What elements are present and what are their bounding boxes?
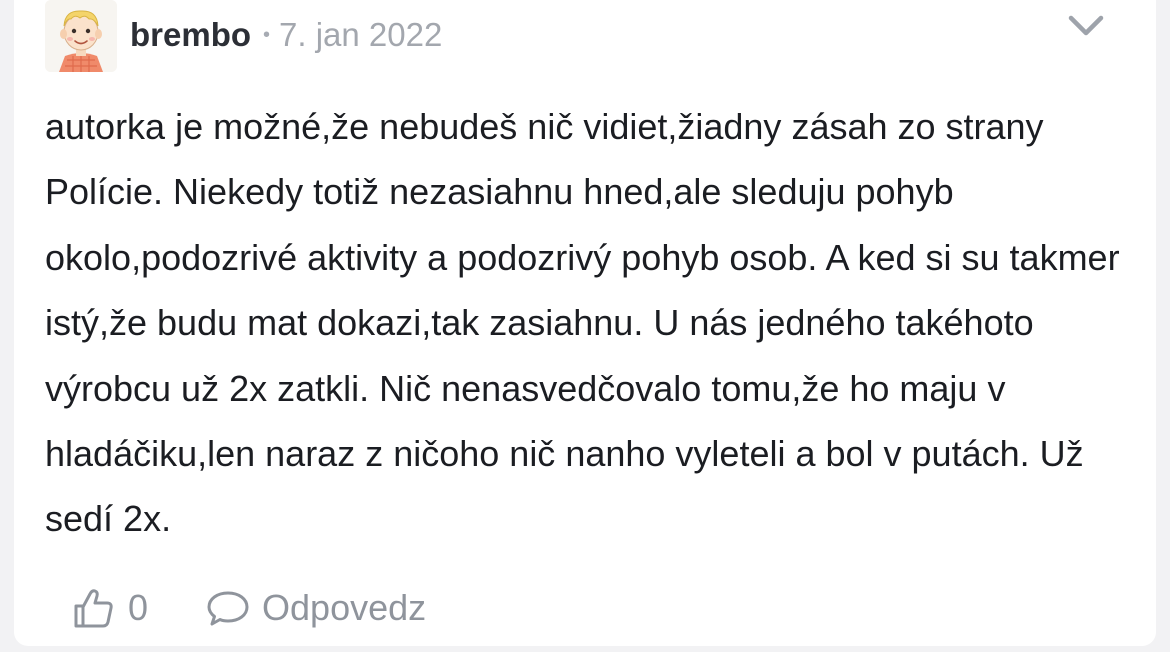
comment-body: autorka je možné,že nebudeš nič vidiet,ž…	[45, 106, 1120, 540]
separator-dot: •	[263, 23, 271, 46]
comment-header: brembo • 7. jan 2022	[45, 0, 442, 72]
collapse-button[interactable]	[1066, 12, 1106, 40]
cartoon-boy-avatar-icon	[45, 0, 117, 72]
like-button[interactable]: 0	[72, 586, 148, 630]
like-count: 0	[128, 587, 149, 628]
reply-label: Odpovedz	[262, 587, 427, 628]
comment-actions: 0 Odpovedz	[72, 580, 426, 636]
thumbs-up-icon	[74, 589, 113, 628]
comment-date: 7. jan 2022	[279, 16, 443, 53]
chevron-down-icon	[1068, 15, 1104, 36]
reply-button[interactable]: Odpovedz	[206, 587, 426, 629]
avatar[interactable]	[45, 0, 117, 72]
comment-author[interactable]: brembo	[130, 16, 251, 54]
speech-bubble-icon	[207, 591, 249, 626]
comment-card: brembo • 7. jan 2022 autorka je možné,že…	[14, 0, 1156, 646]
